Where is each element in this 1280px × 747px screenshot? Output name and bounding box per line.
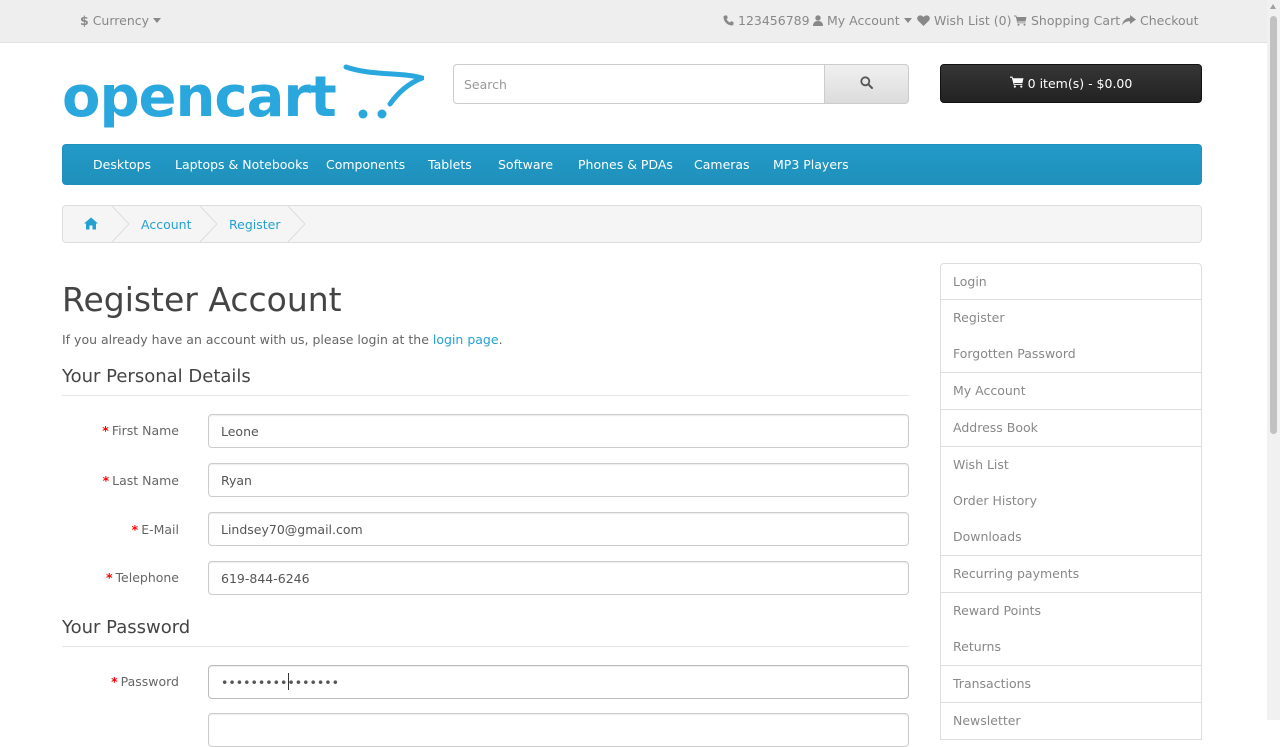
sidebar-item-returns[interactable]: Returns [940, 629, 1202, 666]
caret-down-icon [903, 18, 912, 23]
search-group [453, 64, 909, 104]
password-legend: Your Password [62, 617, 909, 647]
currency-label: Currency [92, 13, 150, 28]
cart-summary-button[interactable]: 0 item(s) - $0.00 [940, 64, 1202, 103]
sidebar-item-reward-points[interactable]: Reward Points [940, 593, 1202, 630]
breadcrumb-separator [199, 205, 218, 243]
sidebar-item-my-account[interactable]: My Account [940, 373, 1202, 410]
scroll-up-arrow-icon[interactable] [1270, 4, 1276, 9]
scrollbar-thumb[interactable] [1270, 16, 1277, 434]
email-label: * E-Mail [131, 522, 179, 537]
heart-icon [917, 15, 930, 26]
wishlist-label: Wish List (0) [934, 13, 1012, 28]
search-input[interactable] [453, 64, 825, 104]
password-field[interactable] [208, 665, 909, 699]
page-scrollbar[interactable] [1267, 0, 1280, 720]
menu-item-tablets[interactable]: Tablets [428, 157, 472, 172]
sidebar-item-forgotten-password[interactable]: Forgotten Password [940, 336, 1202, 373]
user-icon [813, 15, 823, 26]
sidebar-item-order-history[interactable]: Order History [940, 483, 1202, 520]
phone-icon [723, 15, 734, 26]
caret-down-icon [153, 18, 162, 23]
opencart-logo[interactable]: opencart [62, 64, 430, 134]
checkout-label: Checkout [1140, 13, 1199, 28]
menu-item-software[interactable]: Software [498, 157, 553, 172]
intro-suffix: . [498, 332, 503, 347]
search-icon [860, 76, 873, 92]
shopping-cart-link[interactable]: Shopping Cart [1014, 13, 1120, 28]
password-label: * Password [111, 674, 179, 689]
breadcrumb: Account Register [62, 205, 1202, 243]
lastname-field[interactable] [208, 463, 909, 497]
category-menu: Desktops Laptops & Notebooks Components … [62, 144, 1202, 185]
text-caret [288, 673, 289, 690]
password-confirm-field[interactable] [208, 713, 909, 747]
intro-text: If you already have an account with us, … [62, 332, 503, 347]
firstname-label: * First Name [102, 423, 179, 438]
cart-summary-label: 0 item(s) - $0.00 [1027, 76, 1133, 91]
phone-link[interactable]: 123456789 [723, 13, 810, 28]
sidebar-item-wish-list[interactable]: Wish List [940, 447, 1202, 484]
search-button[interactable] [825, 64, 909, 104]
page-title: Register Account [62, 280, 342, 319]
menu-item-desktops[interactable]: Desktops [93, 157, 151, 172]
menu-item-laptops[interactable]: Laptops & Notebooks [175, 157, 309, 172]
share-icon [1122, 15, 1136, 26]
telephone-label: * Telephone [105, 570, 179, 585]
lastname-label: * Last Name [102, 473, 179, 488]
sidebar-item-downloads[interactable]: Downloads [940, 519, 1202, 556]
home-icon[interactable] [84, 217, 98, 233]
intro-prefix: If you already have an account with us, … [62, 332, 429, 347]
sidebar-item-newsletter[interactable]: Newsletter [940, 703, 1202, 740]
currency-dropdown[interactable]: $ Currency [80, 13, 162, 28]
menu-item-components[interactable]: Components [326, 157, 405, 172]
sidebar-item-address-book[interactable]: Address Book [940, 410, 1202, 447]
login-page-link[interactable]: login page [433, 332, 499, 347]
shopping-cart-label: Shopping Cart [1031, 13, 1121, 28]
breadcrumb-separator [287, 205, 306, 243]
sidebar-item-recurring-payments[interactable]: Recurring payments [940, 556, 1202, 593]
personal-details-legend: Your Personal Details [62, 366, 909, 396]
my-account-dropdown[interactable]: My Account [813, 13, 912, 28]
checkout-link[interactable]: Checkout [1122, 13, 1198, 28]
cart-icon [1014, 15, 1027, 26]
menu-item-phones[interactable]: Phones & PDAs [578, 157, 673, 172]
logo-text: opencart [62, 65, 336, 130]
menu-item-mp3-players[interactable]: MP3 Players [773, 157, 849, 172]
telephone-field[interactable] [208, 561, 909, 595]
breadcrumb-register[interactable]: Register [229, 217, 280, 232]
opencart-logo-image: opencart [62, 64, 430, 130]
dollar-icon: $ [80, 13, 89, 28]
phone-number: 123456789 [738, 13, 810, 28]
menu-item-cameras[interactable]: Cameras [694, 157, 750, 172]
wishlist-link[interactable]: Wish List (0) [917, 13, 1012, 28]
breadcrumb-separator [111, 205, 130, 243]
sidebar-item-transactions[interactable]: Transactions [940, 666, 1202, 703]
email-field[interactable] [208, 512, 909, 546]
cart-icon [1009, 76, 1024, 91]
firstname-field[interactable] [208, 414, 909, 448]
sidebar-item-register[interactable]: Register [940, 300, 1202, 337]
breadcrumb-account[interactable]: Account [141, 217, 191, 232]
sidebar-item-login[interactable]: Login [940, 263, 1202, 300]
my-account-label: My Account [827, 13, 900, 28]
top-bar: $ Currency 123456789 My Account Wish Lis… [0, 0, 1267, 43]
